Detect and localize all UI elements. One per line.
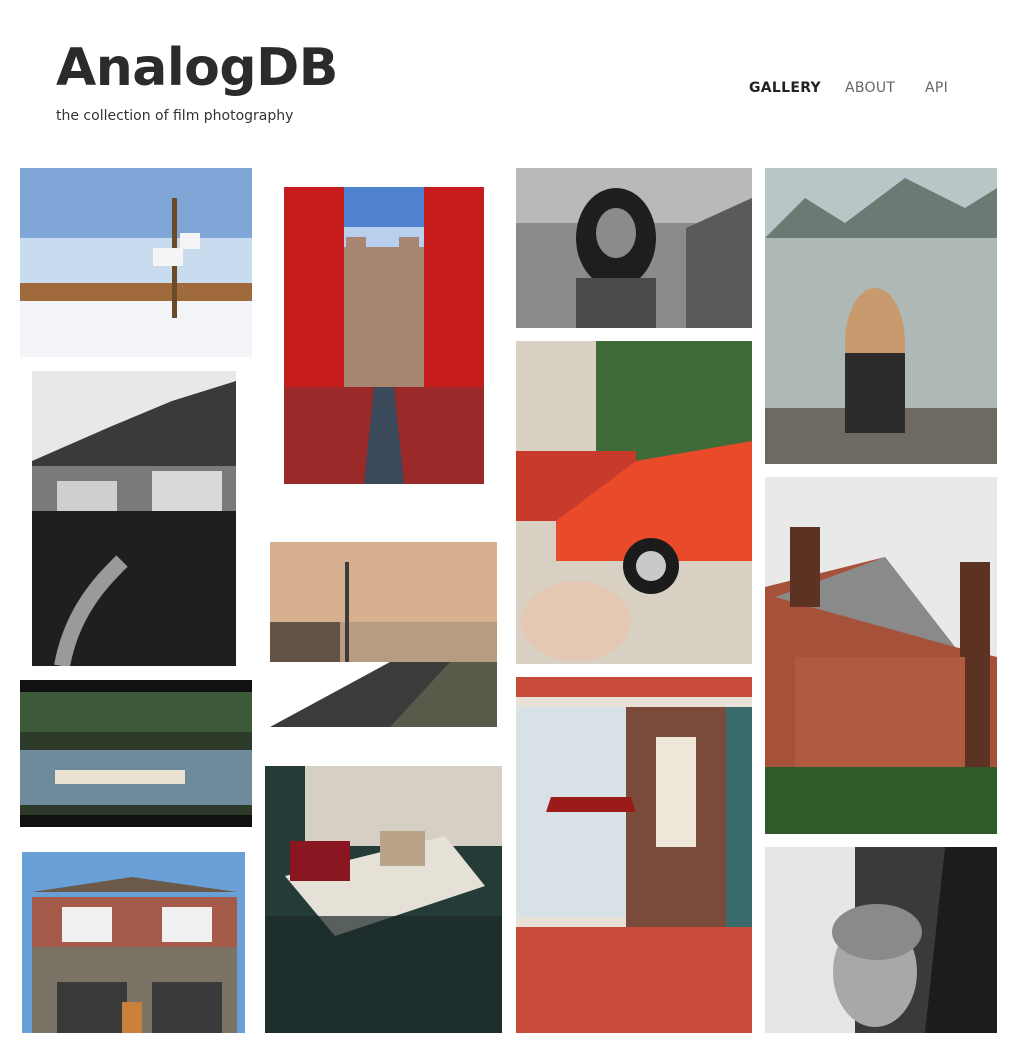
photo-victorian-mansion[interactable]: [765, 477, 997, 834]
photo-stone-brick-house[interactable]: [22, 852, 245, 1033]
photo-lake-film-strip[interactable]: [20, 680, 252, 827]
nav-gallery[interactable]: GALLERY: [749, 80, 821, 96]
photo-red-cathedral[interactable]: [284, 187, 484, 484]
photo-suburban-sunset-road[interactable]: [270, 542, 497, 727]
photo-retro-diner[interactable]: [265, 766, 502, 1033]
nav-api[interactable]: API: [925, 80, 948, 96]
photo-beach-woman[interactable]: [516, 168, 752, 328]
photo-pizza-hut-interior[interactable]: [516, 677, 752, 1033]
nav-about[interactable]: ABOUT: [845, 80, 895, 96]
photo-basketball-snow[interactable]: [20, 168, 252, 357]
photo-red-vintage-cars[interactable]: [516, 341, 752, 664]
site-logo[interactable]: AnalogDB: [56, 42, 338, 94]
site-tagline: the collection of film photography: [56, 108, 294, 124]
photo-woman-glasses[interactable]: [765, 847, 997, 1033]
photo-mountain-lake-woman[interactable]: [765, 168, 997, 464]
photo-mountain-town-road[interactable]: [32, 371, 236, 666]
